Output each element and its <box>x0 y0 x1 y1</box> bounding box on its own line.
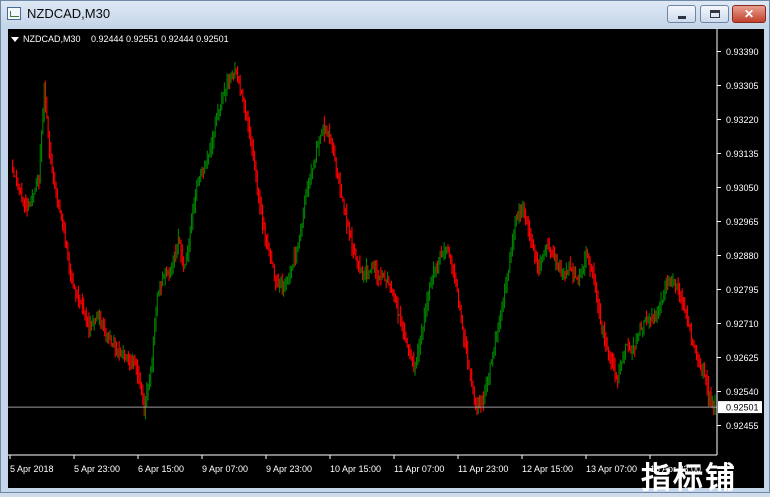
watermark-text: 指标铺 <box>641 461 737 496</box>
chart-menu-arrow-icon[interactable] <box>11 37 19 42</box>
window-title: NZDCAD,M30 <box>27 6 111 21</box>
chart-window: NZDCAD,M30 ✕ NZDCAD,M30 0.92444 0.92551 … <box>0 0 770 496</box>
maximize-button[interactable] <box>700 5 729 23</box>
time-tick-label: 13 Apr 07:00 <box>586 464 637 474</box>
candles-group <box>12 61 716 420</box>
time-tick-label: 10 Apr 15:00 <box>330 464 381 474</box>
minimize-icon <box>678 16 686 19</box>
time-tick-label: 5 Apr 23:00 <box>74 464 120 474</box>
current-price-marker: 0.92501 <box>8 401 762 414</box>
time-tick-label: 9 Apr 23:00 <box>266 464 312 474</box>
time-axis[interactable]: 5 Apr 2018 5 Apr 23:00 6 Apr 15:00 9 Apr 07… <box>9 455 701 474</box>
chart-window-icon <box>7 7 21 20</box>
price-tick-label: 0.92540 <box>726 387 759 397</box>
close-button[interactable]: ✕ <box>732 5 766 23</box>
time-tick-label: 5 Apr 2018 <box>10 464 54 474</box>
title-bar[interactable]: NZDCAD,M30 ✕ <box>1 1 769 28</box>
price-tick-label: 0.93135 <box>726 149 759 159</box>
maximize-icon <box>710 10 720 18</box>
minimize-button[interactable] <box>667 5 696 23</box>
price-tick-label: 0.93390 <box>726 47 759 57</box>
price-tick-label: 0.92710 <box>726 319 759 329</box>
time-tick-label: 11 Apr 07:00 <box>394 464 444 474</box>
price-tick-label: 0.92455 <box>726 421 759 431</box>
time-tick-label: 9 Apr 07:00 <box>202 464 248 474</box>
price-tick-label: 0.93305 <box>726 81 759 91</box>
chart-ohlc-values: 0.92444 0.92551 0.92444 0.92501 <box>91 34 229 44</box>
price-tick-label: 0.92625 <box>726 353 759 363</box>
time-tick-label: 6 Apr 15:00 <box>138 464 184 474</box>
price-tick-label: 0.93050 <box>726 183 759 193</box>
price-tick-label: 0.92965 <box>726 217 759 227</box>
close-icon: ✕ <box>743 7 755 21</box>
price-tick-label: 0.92880 <box>726 251 759 261</box>
price-tick-label: 0.93220 <box>726 115 759 125</box>
time-tick-label: 11 Apr 23:00 <box>458 464 508 474</box>
chart-symbol-label: NZDCAD,M30 <box>23 34 81 44</box>
time-tick-label: 12 Apr 15:00 <box>522 464 573 474</box>
price-tick-label: 0.92795 <box>726 285 759 295</box>
price-axis[interactable]: 0.93390 0.93305 0.93220 0.93135 0.93050 0.929… <box>717 47 759 431</box>
price-chart[interactable]: NZDCAD,M30 0.92444 0.92551 0.92444 0.925… <box>8 29 764 488</box>
chart-area[interactable]: NZDCAD,M30 0.92444 0.92551 0.92444 0.925… <box>8 29 764 488</box>
current-price-label: 0.92501 <box>726 403 759 413</box>
